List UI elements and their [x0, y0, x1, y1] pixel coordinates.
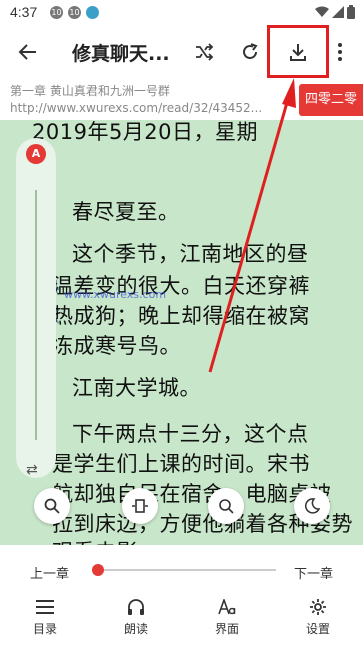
headphones-icon	[128, 599, 144, 615]
nav-label: 界面	[214, 622, 239, 636]
prev-chapter-button[interactable]: 上一章	[30, 563, 69, 582]
gear-icon	[310, 599, 326, 615]
nav-label: 朗读	[123, 622, 148, 636]
bottom-panel: 上一章 下一章 目录 朗读 界面 设置	[0, 545, 363, 645]
chapter-progress-slider[interactable]	[96, 569, 276, 571]
next-chapter-button[interactable]: 下一章	[294, 563, 333, 582]
nav-interface[interactable]: 界面	[202, 597, 252, 637]
font-icon	[218, 599, 236, 615]
nav-label: 设置	[305, 622, 330, 636]
nav-label: 目录	[32, 622, 57, 636]
nav-read-aloud[interactable]: 朗读	[111, 597, 161, 637]
progress-slider-thumb[interactable]	[92, 564, 104, 576]
nav-settings[interactable]: 设置	[293, 597, 343, 637]
list-icon	[36, 600, 54, 614]
nav-catalog[interactable]: 目录	[20, 597, 70, 637]
